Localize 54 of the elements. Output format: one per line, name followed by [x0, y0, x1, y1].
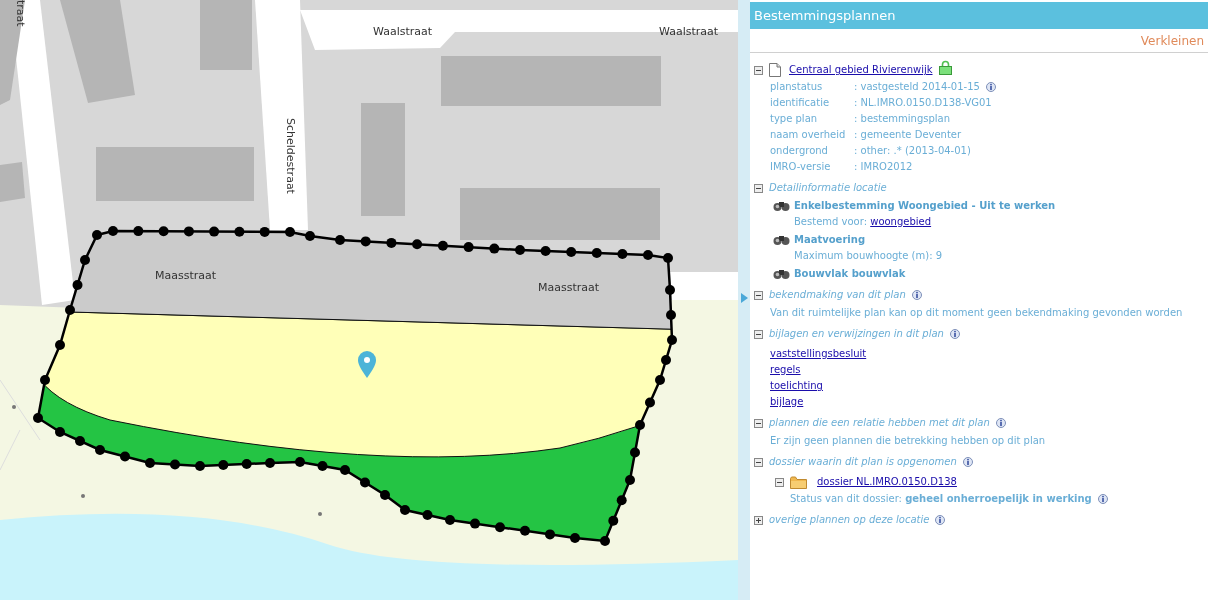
folder-icon	[790, 475, 807, 489]
expand-icon[interactable]	[754, 515, 763, 525]
attachment-link[interactable]: toelichting	[770, 378, 823, 394]
collapse-icon[interactable]	[754, 65, 763, 75]
field-label: IMRO-versie	[770, 160, 832, 174]
section-heading: overige plannen op deze locatie	[769, 513, 930, 527]
section-text: Er zijn geen plannen die betrekking hebben op dit plan	[770, 434, 1047, 448]
street-label: Maasstraat	[155, 268, 217, 284]
attachment-link[interactable]: vaststellingsbesluit	[770, 346, 867, 362]
field-value: : gemeente Deventer	[854, 128, 962, 142]
dossier-link[interactable]: dossier NL.IMRO.0150.D138	[817, 474, 957, 490]
section-heading: bekendmaking van dit plan	[769, 288, 906, 302]
purpose-link[interactable]: woongebied	[870, 214, 932, 230]
feature-title: Maatvoering	[794, 233, 866, 247]
attachment-link[interactable]: regels	[770, 362, 801, 378]
feature-detail: Maximum bouwhoogte (m): 9	[794, 249, 943, 263]
field-label: type plan	[770, 112, 819, 126]
panel-title: Bestemmingsplannen	[750, 2, 1208, 29]
collapse-icon[interactable]	[754, 183, 763, 193]
collapse-icon[interactable]	[754, 457, 763, 467]
feature-title: Enkelbestemming Woongebied - Uit te werken	[794, 199, 1056, 213]
section-heading: Detailinformatie locatie	[769, 181, 887, 195]
binoculars-icon	[773, 268, 790, 280]
field-value: : bestemmingsplan	[854, 112, 951, 126]
document-icon	[769, 63, 781, 77]
field-label: naam overheid	[770, 128, 847, 142]
feature-title: Bouwvlak bouwvlak	[794, 267, 906, 281]
field-label: identificatie	[770, 96, 831, 110]
street-label: traat	[13, 0, 28, 27]
section-heading: dossier waarin dit plan is opgenomen	[769, 455, 957, 469]
section-text: Van dit ruimtelijke plan kan op dit moment geen bekendmaking gevonden worden	[770, 306, 1184, 320]
field-value: : NL.IMRO.0150.D138-VG01	[854, 96, 992, 110]
street-label: Waalstraat	[659, 24, 719, 40]
plan-title-link[interactable]: Centraal gebied Rivierenwijk	[789, 62, 933, 78]
field-label: planstatus	[770, 80, 824, 94]
collapse-icon[interactable]	[754, 329, 763, 339]
field-value: : other: .* (2013-04-01)	[854, 144, 971, 158]
section-heading: plannen die een relatie hebben met dit plan	[769, 416, 990, 430]
field-value: : vastgesteld 2014-01-15	[854, 80, 980, 94]
street-label: Maasstraat	[538, 280, 600, 296]
collapse-icon[interactable]	[775, 477, 784, 487]
street-label: Waalstraat	[373, 24, 433, 40]
field-label: ondergrond	[770, 144, 829, 158]
field-value: : IMRO2012	[854, 160, 913, 174]
collapse-icon[interactable]	[754, 418, 763, 428]
street-label: Scheldestraat	[283, 118, 298, 194]
attachment-link[interactable]: bijlage	[770, 394, 804, 410]
dossier-status-label: Status van dit dossier:	[790, 492, 903, 506]
section-heading: bijlagen en verwijzingen in dit plan	[769, 327, 944, 341]
binoculars-icon	[773, 200, 790, 212]
binoculars-icon	[773, 234, 790, 246]
dossier-status: geheel onherroepelijk in werking	[905, 492, 1092, 506]
feature-detail: Bestemd voor:	[794, 215, 869, 229]
collapse-icon[interactable]	[754, 290, 763, 300]
